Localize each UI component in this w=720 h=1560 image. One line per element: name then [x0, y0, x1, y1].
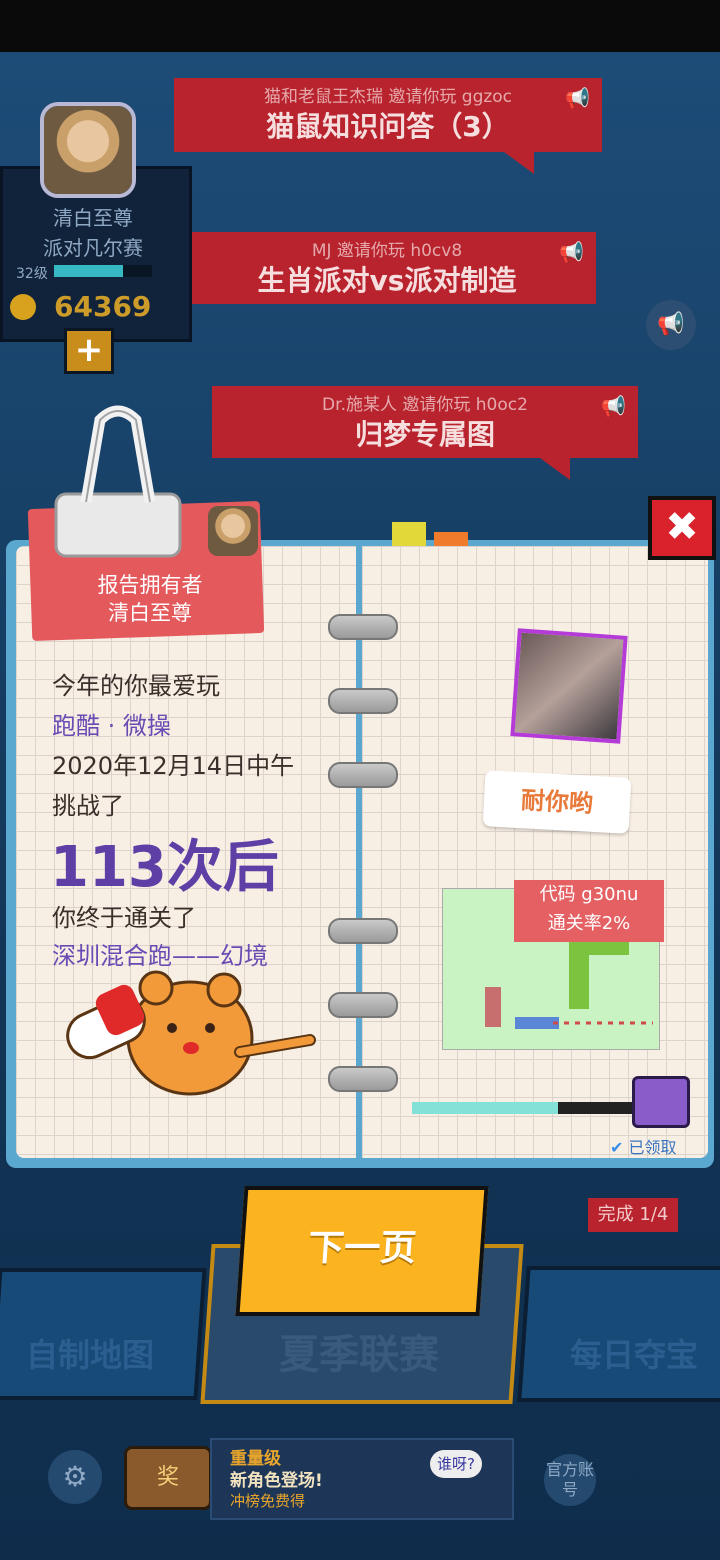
avatar-image [44, 106, 132, 194]
ad-line2: 新角色登场! [230, 1471, 323, 1491]
report-genres: 跑酷 · 微操 [52, 712, 171, 740]
summer-league-label: 夏季联赛 [279, 1332, 439, 1378]
custom-map-label: 自制地图 [25, 1336, 154, 1374]
next-page-button[interactable]: 下一页 [235, 1186, 489, 1316]
tag-label: 报告拥有者 [97, 573, 203, 597]
binder-ring [328, 918, 398, 944]
daily-treasure-label: 每日夺宝 [569, 1336, 698, 1374]
status-bar [0, 0, 720, 52]
invite-line: MJ 邀请你玩 h0cv8 [311, 241, 463, 261]
reward-progress-bar [412, 1102, 640, 1114]
reward-progress-fill [412, 1102, 558, 1114]
level-progress-fill [54, 265, 123, 277]
level-progress-bar [54, 265, 152, 277]
close-button[interactable]: ✖ [648, 496, 716, 560]
invite-map: 猫鼠知识问答（3） [266, 110, 510, 143]
settings-gear-icon[interactable]: ⚙ [48, 1450, 102, 1504]
banner-tail [504, 152, 534, 174]
map-code-label: 代码 g30nu 通关率2% [514, 880, 664, 942]
report-line-cleared: 你终于通关了 [52, 904, 196, 932]
avatar-image [208, 506, 258, 556]
profile-title: 派对凡尔赛 [43, 236, 143, 260]
profile-name: 清白至尊 [53, 206, 133, 230]
report-attempts: 113次后 [50, 835, 279, 900]
event-ad-banner[interactable]: 重量级 新角色登场! 冲榜免费得 谁呀? [210, 1438, 514, 1520]
map-code: 代码 g30nu [539, 884, 639, 905]
banner-tail [540, 458, 570, 480]
owner-avatar [208, 506, 258, 556]
announcement-button[interactable]: 📢 [646, 300, 696, 350]
coin-icon [10, 294, 36, 320]
megaphone-icon: 📢 [565, 86, 590, 110]
binder-ring [328, 762, 398, 788]
binder-ring [328, 992, 398, 1018]
report-line-challenge: 挑战了 [52, 792, 124, 820]
megaphone-icon: 📢 [601, 394, 626, 418]
binder-ring [328, 614, 398, 640]
official-account-button[interactable]: 官方账号 [544, 1454, 596, 1506]
invite-map: 生肖派对vs派对制造 [257, 264, 517, 297]
claimed-status: ✔ 已领取 [610, 1134, 677, 1158]
reward-tv-label: 奖 [156, 1465, 179, 1490]
invite-banner-3[interactable]: Dr.施某人 邀请你玩 h0oc2 归梦专属图 📢 [212, 386, 638, 480]
treasure-chest-icon[interactable] [632, 1076, 690, 1128]
profile-level: 32级 [16, 266, 48, 282]
check-icon: ✔ [610, 1138, 624, 1157]
invite-banner-2[interactable]: MJ 邀请你玩 h0cv8 生肖派对vs派对制造 📢 [178, 232, 596, 304]
coin-count: 64369 [54, 290, 152, 323]
report-line-favorite: 今年的你最爱玩 [52, 672, 220, 700]
invite-line: 猫和老鼠王杰瑞 邀请你玩 ggzoc [263, 87, 513, 107]
profile-avatar[interactable] [40, 102, 136, 198]
report-date: 2020年12月14日中午 [52, 752, 295, 780]
invite-line: Dr.施某人 邀请你玩 h0oc2 [322, 395, 528, 415]
reward-tv-icon[interactable]: 奖 [124, 1446, 212, 1510]
megaphone-icon: 📢 [559, 240, 584, 264]
invite-banner-1[interactable]: 猫和老鼠王杰瑞 邀请你玩 ggzoc 猫鼠知识问答（3） 📢 [174, 78, 602, 174]
tiger-mascot [66, 970, 316, 1096]
map-author-photo [510, 628, 628, 744]
binder-clip-icon [54, 405, 182, 558]
tag-owner-name: 清白至尊 [108, 601, 192, 625]
binder-ring [328, 1066, 398, 1092]
ad-line3: 冲榜免费得 [230, 1492, 306, 1510]
claimed-label: 已领取 [628, 1138, 677, 1157]
notebook-tab-yellow [392, 522, 426, 548]
binder-ring [328, 688, 398, 714]
clear-rate: 通关率2% [547, 913, 631, 934]
invite-map: 归梦专属图 [354, 418, 495, 451]
add-coins-button[interactable]: + [64, 328, 114, 374]
ad-bubble: 谁呀? [430, 1450, 482, 1478]
author-comment-bubble: 耐你哟 [482, 770, 632, 834]
task-progress-badge: 完成 1/4 [588, 1198, 678, 1232]
